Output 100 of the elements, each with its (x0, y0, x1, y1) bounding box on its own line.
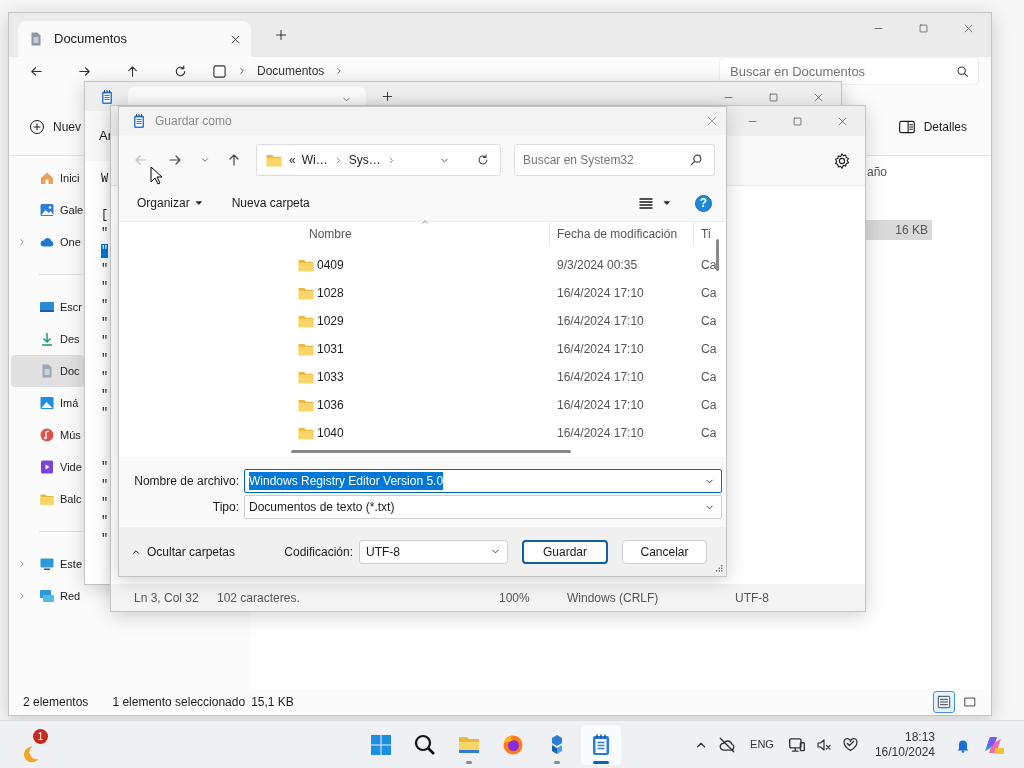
modified-date: 16/4/2024 17:10 (556, 397, 645, 414)
sidebar-item[interactable]: One (11, 226, 84, 258)
character-count: 102 caracteres. (217, 589, 301, 607)
clock-time[interactable]: 18:13 (874, 729, 935, 745)
column-header[interactable]: año (865, 160, 991, 184)
plus-circle-icon (29, 119, 45, 135)
breadcrumb-segment[interactable]: Documentos (257, 62, 325, 80)
sidebar-item[interactable]: Inici (11, 162, 84, 194)
language-indicator[interactable]: ENG (750, 736, 774, 753)
field-label: Codificación: (284, 543, 353, 561)
column-header[interactable]: Ti (694, 222, 726, 246)
network-icon (39, 588, 55, 604)
file-name[interactable]: 1031 (317, 340, 344, 358)
settings-icon[interactable] (833, 151, 851, 170)
sidebar-item[interactable]: Escr (11, 291, 84, 323)
scrollbar[interactable] (716, 239, 719, 271)
encoding-label: UTF-8 (735, 589, 769, 607)
encoding-select[interactable]: UTF-8 (359, 539, 508, 564)
modified-date: 16/4/2024 17:10 (556, 425, 645, 442)
sidebar-item[interactable]: Gale (11, 194, 84, 226)
help-button[interactable]: ? (695, 194, 712, 212)
caret-icon (193, 198, 204, 208)
line-ending: Windows (CRLF) (567, 589, 660, 607)
file-name[interactable]: 0409 (317, 256, 344, 274)
view-menu-button[interactable] (638, 195, 672, 211)
window-title: Guardar como (155, 113, 232, 130)
maximize-icon[interactable] (768, 91, 779, 103)
organize-button[interactable]: Organizar (137, 194, 204, 212)
column-header[interactable]: Fecha de modificación (550, 222, 694, 246)
file-row[interactable]: 16 KB (865, 220, 932, 240)
maximize-icon[interactable] (792, 115, 803, 127)
sidebar-item[interactable]: Balc (11, 483, 84, 515)
new-button[interactable]: Nuev (29, 118, 81, 136)
file-name[interactable]: 1033 (317, 368, 344, 386)
monitor-phone-icon[interactable] (787, 735, 806, 754)
zoom-level: 100% (499, 589, 531, 607)
video-icon (39, 459, 55, 475)
file-name-field[interactable]: Windows Registry Editor Version 5.0 (244, 469, 722, 493)
sidebar-item[interactable]: Doc (11, 355, 84, 387)
file-name[interactable]: 1028 (317, 284, 344, 302)
new-folder-button[interactable]: Nueva carpeta (231, 194, 310, 212)
details-view-button[interactable] (933, 691, 955, 713)
cursor-position: Ln 3, Col 32 (134, 589, 200, 607)
editor-text: W (101, 172, 109, 186)
sidebar-item[interactable]: Mús (11, 419, 84, 451)
maximize-icon[interactable] (918, 22, 929, 34)
modified-date: 16/4/2024 17:10 (556, 341, 645, 358)
file-type-field[interactable]: Documentos de texto (*.txt) (244, 495, 722, 519)
search-field[interactable]: Buscar en System32 (514, 144, 715, 176)
running-indicator (466, 760, 472, 764)
close-icon[interactable] (230, 33, 241, 45)
field-label: Nombre de archivo: (133, 473, 239, 490)
hide-folders-button[interactable]: Ocultar carpetas (131, 542, 236, 561)
sidebar-item[interactable]: Imá (11, 387, 84, 419)
file-name[interactable]: 1036 (317, 396, 344, 414)
breadcrumb-segment[interactable]: Sys… (348, 151, 381, 169)
cancel-button[interactable]: Cancelar (622, 539, 707, 564)
sidebar-item[interactable]: Vide (11, 451, 84, 483)
plus-icon[interactable] (275, 29, 287, 41)
editor-text: " (101, 334, 109, 348)
chevron-down-icon[interactable] (200, 155, 210, 165)
editor-text: " (101, 280, 109, 294)
editor-text: " (101, 496, 109, 510)
address-bar[interactable]: « Wi… Sys… (256, 144, 501, 176)
file-name[interactable]: 1040 (317, 424, 344, 442)
search-field[interactable]: Buscar en Documentos (719, 57, 979, 85)
sidebar-item[interactable]: Red (11, 580, 84, 612)
file-type: Ca (700, 257, 717, 274)
running-indicator (593, 760, 609, 764)
overflow-button[interactable]: « (289, 151, 296, 169)
chevron-right-icon (17, 559, 27, 569)
tab[interactable]: Documentos (18, 21, 251, 57)
file-name[interactable]: 1029 (317, 312, 344, 330)
start-button-icon (369, 732, 393, 757)
monitor-icon[interactable] (212, 63, 227, 79)
sidebar-item[interactable]: Este (11, 548, 84, 580)
editor-text: " (101, 406, 109, 420)
search-icon (413, 732, 437, 757)
refresh-icon[interactable] (476, 153, 490, 167)
editor-text: " (101, 514, 109, 528)
editor-text: [ (101, 208, 109, 222)
editor-text: " (101, 262, 109, 276)
editor-text: " (101, 478, 109, 492)
editor-text: " (101, 370, 109, 384)
save-button[interactable]: Guardar (522, 539, 608, 564)
scrollbar[interactable] (291, 450, 571, 453)
details-button[interactable]: Detalles (897, 118, 967, 136)
selection-count: 1 elemento seleccionado (112, 694, 246, 711)
breadcrumb-segment[interactable]: Wi… (301, 151, 328, 169)
gallery-icon (39, 202, 55, 218)
clock-date[interactable]: 16/10/2024 (874, 744, 935, 760)
editor-text: " (101, 352, 109, 366)
column-header[interactable]: Nombre (283, 222, 550, 246)
cloud-off-icon[interactable] (718, 735, 737, 754)
plus-icon[interactable] (382, 91, 393, 102)
sidebar-item[interactable]: Des (11, 323, 84, 355)
shield-heart-icon[interactable] (841, 736, 859, 753)
modified-date: 9/3/2024 00:35 (556, 257, 639, 274)
notepad-icon (131, 113, 147, 129)
file-type: Ca (700, 425, 717, 442)
